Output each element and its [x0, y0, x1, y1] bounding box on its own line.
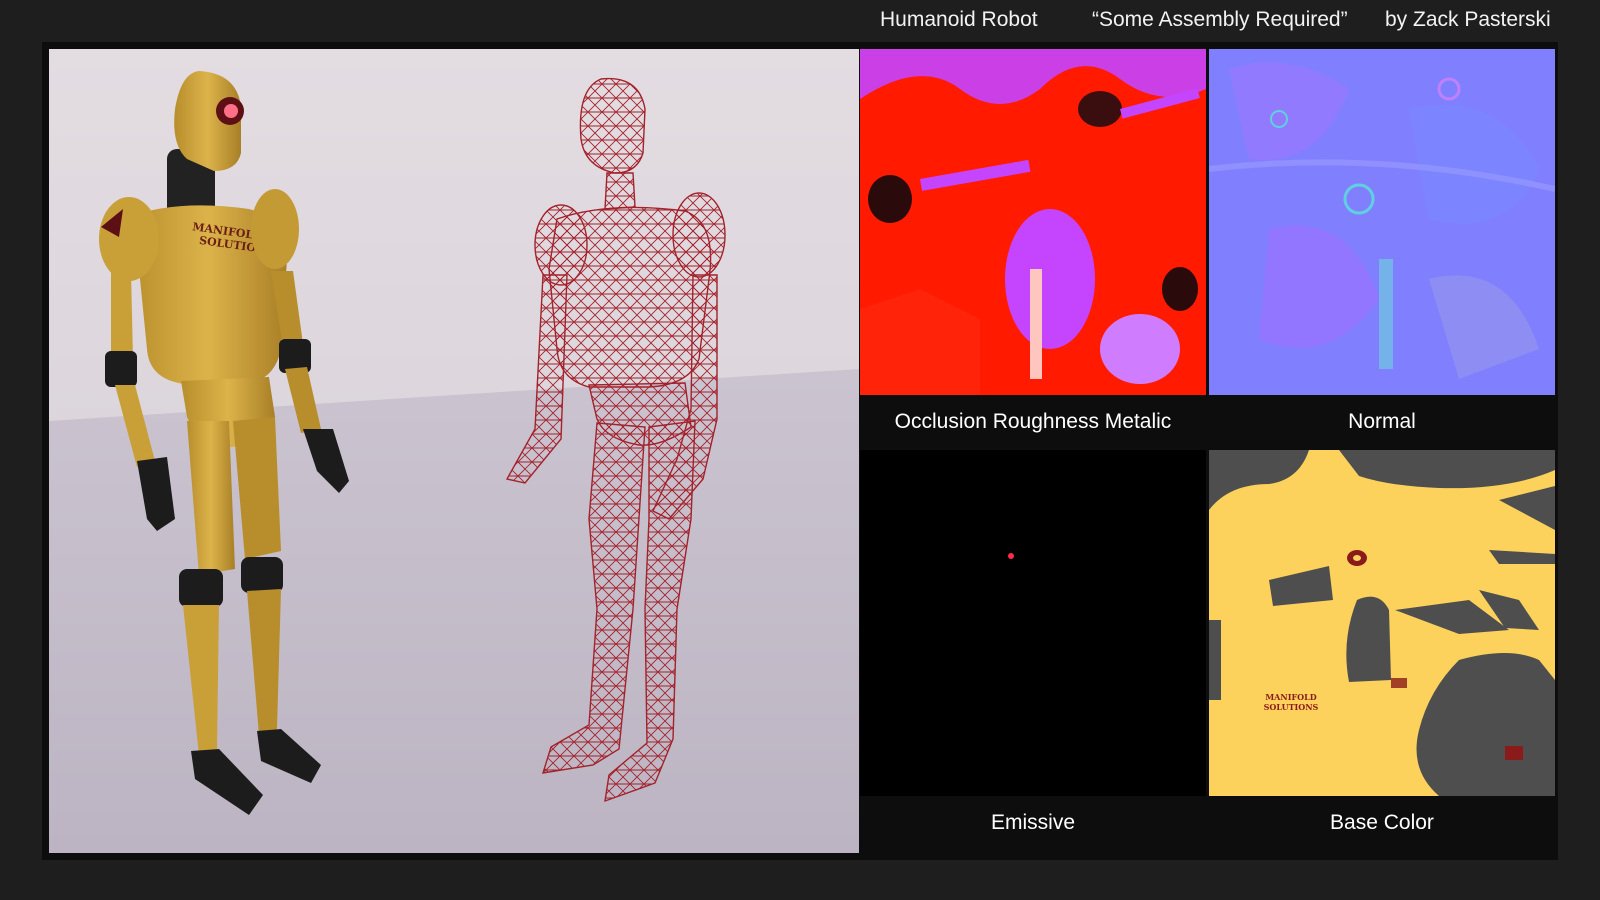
caption-emissive: Emissive: [990, 811, 1075, 834]
header-author: by Zack Pasterski: [1385, 8, 1551, 31]
right-shoulder: [251, 189, 299, 269]
caption-occlusion-roughness-metalic: Occlusion Roughness Metalic: [894, 410, 1172, 433]
right-knee-joint: [241, 557, 283, 593]
left-knee-joint: [179, 569, 223, 607]
texture-base-color-preview: MANIFOLD SOLUTIONS: [1209, 450, 1555, 796]
wire-left-shoulder: [534, 204, 588, 286]
texture-orm-preview: [860, 49, 1206, 395]
caption-normal: Normal: [1348, 410, 1416, 433]
left-elbow-joint: [105, 351, 137, 387]
texture-normal-preview: [1209, 49, 1555, 395]
base-color-logo-line2: SOLUTIONS: [1264, 702, 1319, 712]
left-shoulder: [99, 197, 159, 281]
base-color-logo-line1: MANIFOLD: [1265, 692, 1316, 702]
backdrop-floor: [49, 369, 859, 853]
left-upper-arm: [111, 271, 133, 359]
header-subject: Humanoid Robot: [880, 8, 1038, 31]
wire-right-shoulder: [672, 192, 726, 278]
wire-head: [579, 77, 646, 174]
emissive-eye-dot: [1008, 553, 1014, 559]
caption-base-color: Base Color: [1330, 811, 1434, 834]
presentation-frame: MANIFOLD SOLUTIONS MANIFOLD SOLUTIONS Oc…: [42, 42, 1558, 860]
header-project-title: “Some Assembly Required”: [1092, 8, 1348, 31]
texture-emissive-preview: [860, 450, 1206, 796]
robot-eye: [224, 104, 238, 118]
wire-neck: [604, 172, 636, 210]
render-scene: MANIFOLD SOLUTIONS: [49, 49, 859, 853]
render-viewport: MANIFOLD SOLUTIONS: [49, 49, 859, 853]
